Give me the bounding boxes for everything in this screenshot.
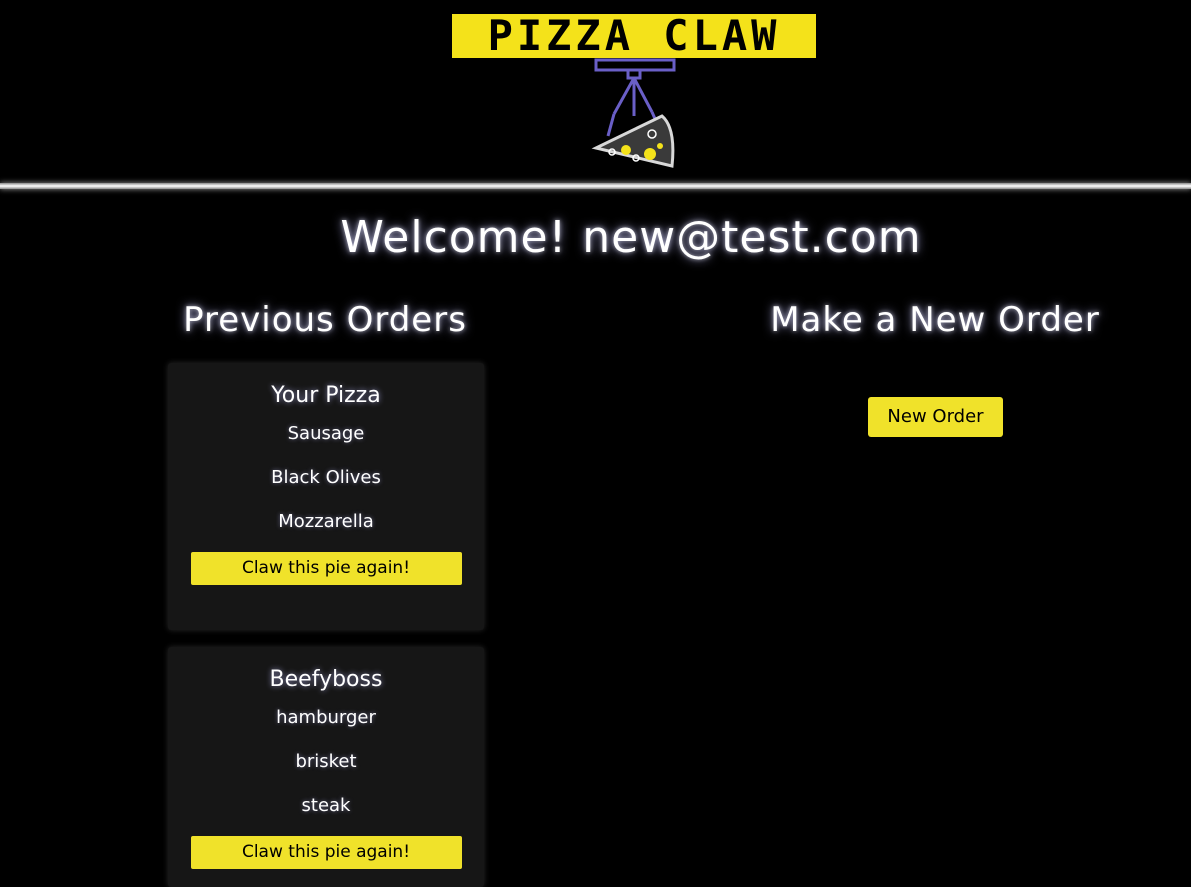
pizza-claw-logo[interactable]: PIZZA CLAW [452,14,816,170]
topping-list: hamburger brisket steak [168,696,484,828]
site-header: PIZZA CLAW [0,0,1191,189]
topping-list: Sausage Black Olives Mozzarella [168,412,484,544]
topping-item: Mozzarella [278,511,374,532]
order-card: Your Pizza Sausage Black Olives Mozzarel… [168,363,484,630]
claw-again-button[interactable]: Claw this pie again! [190,552,462,585]
claw-pizza-icon [591,58,676,168]
topping-item: hamburger [276,707,376,728]
logo-text: PIZZA CLAW [487,11,781,60]
header-divider [0,183,1191,189]
order-name: Your Pizza [271,383,381,408]
order-card: Beefyboss hamburger brisket steak Claw t… [168,647,484,887]
order-name: Beefyboss [269,667,383,692]
topping-item: Sausage [287,423,365,444]
topping-item: brisket [295,751,357,772]
new-order-button[interactable]: New Order [868,397,1003,437]
welcome-heading: Welcome! new@test.com [340,212,922,263]
new-order-title: Make a New Order [770,300,1100,340]
previous-orders-title: Previous Orders [183,300,467,340]
claw-again-button[interactable]: Claw this pie again! [190,836,462,869]
topping-item: steak [301,795,351,816]
topping-item: Black Olives [271,467,381,488]
logo-banner: PIZZA CLAW [452,14,816,58]
